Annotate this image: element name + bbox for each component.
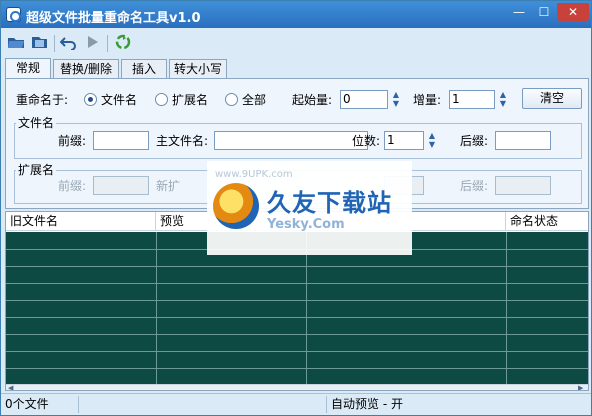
- grid-line: [6, 351, 588, 352]
- grid-line: [6, 283, 588, 284]
- grid-line: [6, 368, 588, 369]
- scroll-left-icon[interactable]: ◀: [8, 384, 13, 390]
- tab-replace-delete[interactable]: 替换/删除: [53, 59, 119, 79]
- watermark-subtitle: Yesky.Com: [267, 217, 345, 232]
- window-title: 超级文件批量重命名工具v1.0: [26, 11, 201, 26]
- column-status[interactable]: 命名状态: [506, 212, 588, 231]
- filename-group-title: 文件名: [16, 116, 57, 130]
- main-name-input[interactable]: [214, 131, 368, 150]
- toolbar-separator: [54, 35, 55, 52]
- ext-new-label: 新扩: [156, 179, 181, 193]
- tab-insert[interactable]: 插入: [121, 59, 167, 79]
- digits-input[interactable]: 1: [384, 131, 424, 150]
- extension-group-title: 扩展名: [16, 163, 57, 177]
- open-file-icon[interactable]: [30, 34, 48, 52]
- start-spinner[interactable]: ▲ ▼: [390, 90, 402, 109]
- radio-filename-label[interactable]: 文件名: [101, 92, 137, 108]
- grid-line: [6, 266, 588, 267]
- undo-icon[interactable]: [59, 34, 78, 52]
- digits-spinner[interactable]: ▲ ▼: [426, 131, 438, 150]
- ext-suffix-label: 后缀:: [460, 179, 489, 193]
- radio-extension[interactable]: [155, 93, 168, 106]
- suffix-input[interactable]: [495, 131, 551, 150]
- title-bar[interactable]: 超级文件批量重命名工具v1.0 — ☐ ✕: [1, 1, 591, 28]
- app-icon: [6, 7, 21, 22]
- grid-line: [6, 334, 588, 335]
- step-input[interactable]: 1: [449, 90, 495, 109]
- toolbar: [2, 29, 590, 58]
- run-icon[interactable]: [84, 34, 102, 52]
- minimize-button[interactable]: —: [506, 3, 532, 21]
- grid-line: [506, 232, 507, 384]
- tab-general[interactable]: 常规: [5, 58, 51, 79]
- radio-all-label[interactable]: 全部: [242, 92, 266, 108]
- grid-line: [6, 300, 588, 301]
- watermark-logo-icon: [213, 183, 259, 229]
- prefix-label: 前缀:: [58, 134, 87, 148]
- open-folder-icon[interactable]: [7, 34, 25, 52]
- ext-suffix-input[interactable]: [495, 176, 551, 195]
- main-name-label: 主文件名:: [156, 134, 209, 148]
- clear-button[interactable]: 清空: [522, 88, 582, 109]
- step-spinner[interactable]: ▲ ▼: [497, 90, 509, 109]
- radio-filename[interactable]: [84, 93, 97, 106]
- maximize-button[interactable]: ☐: [531, 3, 557, 21]
- start-input[interactable]: 0: [340, 90, 388, 109]
- toolbar-separator: [107, 35, 108, 52]
- column-old-name[interactable]: 旧文件名: [6, 212, 156, 231]
- status-preview: 自动预览 - 开: [331, 397, 403, 411]
- watermark-url: www.9UPK.com: [215, 169, 293, 180]
- rename-target-label: 重命名于:: [16, 93, 69, 107]
- digits-label: 位数:: [352, 134, 381, 148]
- suffix-label: 后缀:: [460, 134, 489, 148]
- radio-all[interactable]: [225, 93, 238, 106]
- main-window: 超级文件批量重命名工具v1.0 — ☐ ✕ 常规 替换/删除 插入 转大小写 重…: [0, 0, 592, 416]
- prefix-input[interactable]: [93, 131, 149, 150]
- status-blank: [81, 396, 327, 413]
- ext-prefix-label: 前缀:: [58, 179, 87, 193]
- tab-case[interactable]: 转大小写: [169, 59, 227, 79]
- scroll-right-icon[interactable]: ▶: [578, 384, 583, 390]
- radio-extension-label[interactable]: 扩展名: [172, 92, 208, 108]
- step-label: 增量:: [413, 93, 442, 107]
- recycle-icon[interactable]: [114, 34, 132, 52]
- start-label: 起始量:: [292, 93, 333, 107]
- status-file-count: 0个文件: [3, 396, 79, 413]
- watermark: www.9UPK.com 久友下载站 Yesky.Com: [207, 161, 412, 255]
- ext-prefix-input[interactable]: [93, 176, 149, 195]
- grid-line: [6, 317, 588, 318]
- grid-line: [156, 232, 157, 384]
- close-button[interactable]: ✕: [557, 3, 589, 21]
- tab-strip: 常规 替换/删除 插入 转大小写: [5, 58, 589, 79]
- horizontal-scrollbar[interactable]: ◀ ▶: [6, 384, 588, 390]
- status-bar: 0个文件 自动预览 - 开: [1, 393, 591, 415]
- watermark-title: 久友下载站: [267, 189, 392, 217]
